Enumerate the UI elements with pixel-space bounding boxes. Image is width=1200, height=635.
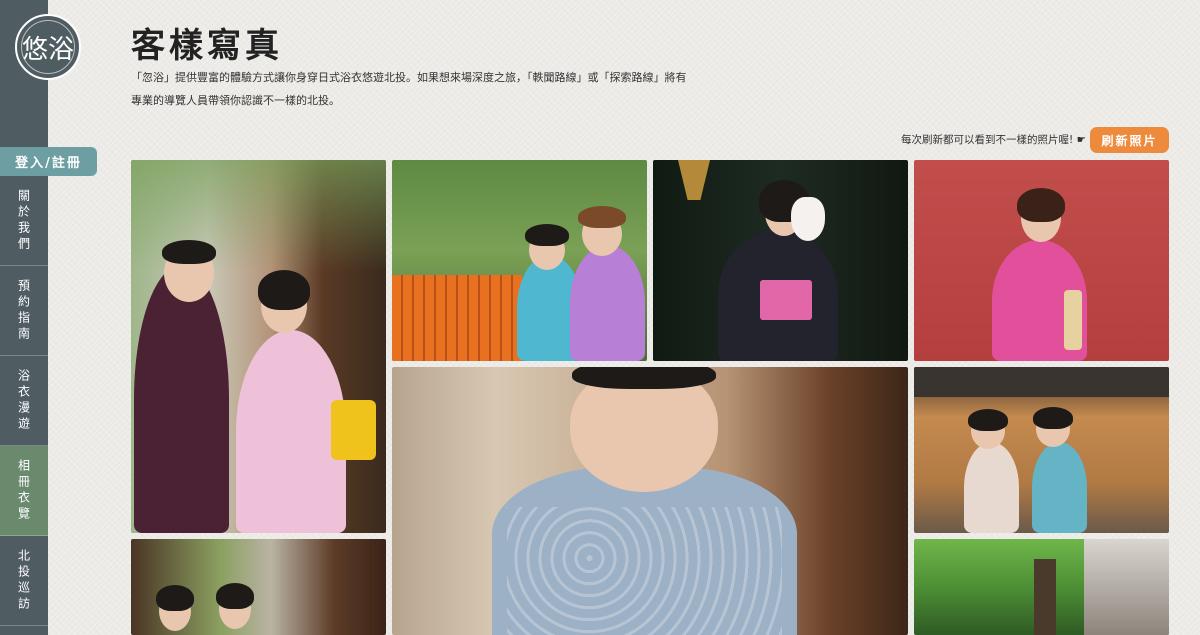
refresh-photos-label: 刷新照片 [1101, 133, 1158, 148]
sidebar-item-about[interactable]: 關於我們 [0, 176, 48, 266]
sidebar-item-beitou-visit[interactable]: 北投巡訪 [0, 536, 48, 626]
gallery-photo-pink-kimono[interactable] [914, 160, 1169, 361]
page-title: 客樣寫真 [131, 26, 283, 66]
gallery-photo-fox-mask[interactable] [653, 160, 908, 361]
sidebar-item-booking-guide[interactable]: 預約指南 [0, 266, 48, 356]
page-intro: 「忽浴」提供豐富的體驗方式讓你身穿日式浴衣悠遊北投。如果想來場深度之旅，「軼聞路… [131, 66, 731, 112]
brand-logo[interactable]: 悠浴 [15, 14, 81, 80]
sidebar-item-gallery[interactable]: 相冊衣覽 [0, 446, 48, 536]
login-register-button[interactable]: 登入/註冊 [0, 147, 97, 176]
login-register-label: 登入/註冊 [15, 156, 82, 171]
intro-line-2: 專業的導覽人員帶領你認識不一樣的北投。 [131, 94, 340, 107]
gallery-photo-two-girls-alley[interactable] [131, 539, 386, 635]
gallery-photo-garden[interactable] [914, 539, 1169, 635]
gallery-photo-mother-daughter[interactable] [392, 160, 647, 361]
sidebar-nav: 關於我們 預約指南 浴衣漫遊 相冊衣覽 北投巡訪 [0, 176, 48, 626]
sidebar-item-label: 相冊衣覽 [16, 458, 31, 523]
gallery-photo-boy-yukata[interactable] [392, 367, 908, 635]
sidebar-item-label: 關於我們 [16, 188, 31, 253]
sidebar-item-label: 預約指南 [16, 278, 31, 343]
gallery-photo-couple[interactable] [131, 160, 386, 533]
gallery-photo-two-girls-house[interactable] [914, 367, 1169, 533]
refresh-hint: 每次刷新都可以看到不一樣的照片喔! ☛ [901, 134, 1086, 146]
sidebar-item-yukata-tour[interactable]: 浴衣漫遊 [0, 356, 48, 446]
intro-line-1: 「忽浴」提供豐富的體驗方式讓你身穿日式浴衣悠遊北投。如果想來場深度之旅，「軼聞路… [131, 71, 687, 84]
sidebar-item-label: 北投巡訪 [16, 548, 31, 613]
sidebar-item-label: 浴衣漫遊 [16, 368, 31, 433]
refresh-photos-button[interactable]: 刷新照片 [1090, 127, 1169, 153]
